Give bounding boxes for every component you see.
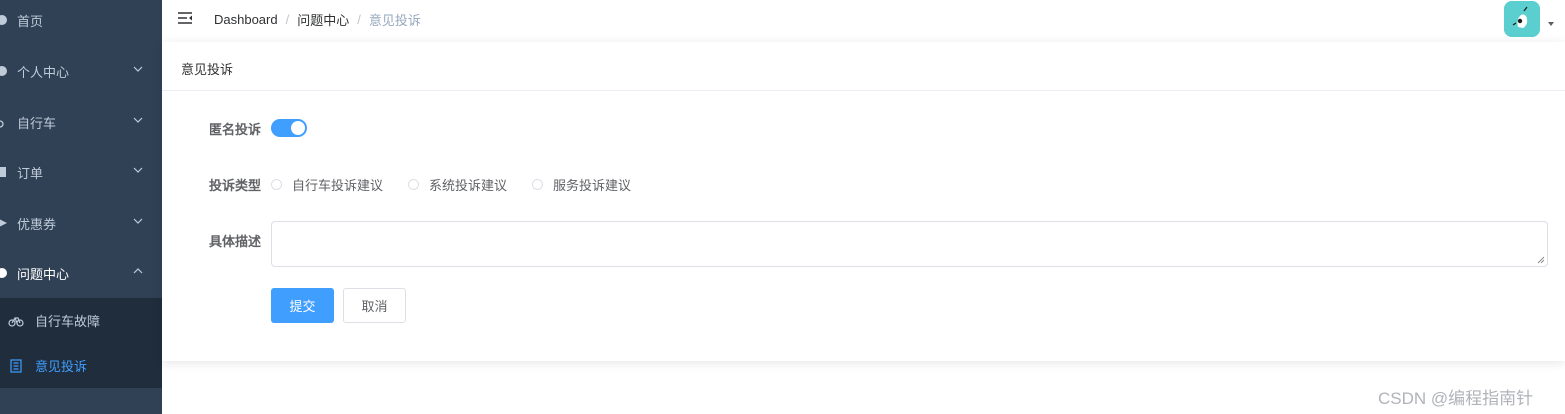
home-icon <box>0 13 9 27</box>
sidebar-item-label: 问题中心 <box>17 266 70 282</box>
radio-bicycle-complaint[interactable]: 自行车投诉建议 <box>271 175 383 194</box>
anonymous-switch[interactable] <box>271 119 307 137</box>
hamburger-icon[interactable] <box>176 9 194 27</box>
complaint-card: 意见投诉 匿名投诉 投诉类型 自行车投诉建议 系统投诉建议 服务投诉建议 具体描… <box>162 42 1565 361</box>
radio-label: 服务投诉建议 <box>553 178 632 193</box>
radio-system-complaint[interactable]: 系统投诉建议 <box>408 175 507 194</box>
radio-service-complaint[interactable]: 服务投诉建议 <box>532 175 631 194</box>
avatar-image <box>1504 1 1540 37</box>
bicycle-icon <box>0 115 9 129</box>
sidebar-item-home[interactable]: 首页 <box>0 0 162 45</box>
sidebar-subitem-complaint[interactable]: 意见投诉 <box>0 343 162 388</box>
breadcrumb-separator: / <box>357 12 361 27</box>
user-icon <box>0 64 9 78</box>
order-icon <box>0 165 9 179</box>
chevron-down-icon <box>133 117 143 123</box>
radio-label: 自行车投诉建议 <box>292 178 384 193</box>
chevron-down-icon <box>133 218 143 224</box>
resize-grip-icon[interactable] <box>1537 256 1545 264</box>
chevron-up-icon <box>133 268 143 274</box>
description-label: 具体描述 <box>209 234 262 249</box>
sidebar-item-label: 订单 <box>17 165 44 181</box>
type-label: 投诉类型 <box>209 178 262 193</box>
anonymous-label: 匿名投诉 <box>209 122 262 137</box>
radio-circle <box>532 179 543 190</box>
breadcrumb-separator: / <box>285 12 290 27</box>
submenu: 自行车故障 意见投诉 <box>0 298 162 388</box>
submit-button[interactable]: 提交 <box>271 288 334 323</box>
sidebar-item-label: 优惠券 <box>17 216 57 232</box>
sidebar-item-question-center[interactable]: 问题中心 <box>0 248 162 298</box>
radio-circle <box>271 179 282 190</box>
card-title: 意见投诉 <box>181 62 234 77</box>
navbar: Dashboard / 问题中心 / 意见投诉 <box>162 0 1565 43</box>
sidebar-subitem-bicycle-fault[interactable]: 自行车故障 <box>0 298 162 343</box>
sidebar-item-label: 自行车 <box>17 115 57 131</box>
breadcrumb-item-question-center[interactable]: 问题中心 <box>297 10 349 29</box>
question-icon <box>0 266 9 280</box>
sidebar-item-label: 首页 <box>17 13 44 29</box>
breadcrumb-item-current: 意见投诉 <box>368 13 421 28</box>
coupon-icon <box>0 216 9 230</box>
sidebar-item-bicycle[interactable]: 自行车 <box>0 97 162 147</box>
breadcrumb: Dashboard / 问题中心 / 意见投诉 <box>214 10 421 29</box>
sidebar-item-label: 个人中心 <box>17 64 70 80</box>
card-header: 意见投诉 <box>162 42 1565 91</box>
document-icon <box>10 358 22 373</box>
cancel-button[interactable]: 取消 <box>343 288 406 323</box>
caret-down-icon[interactable] <box>1548 22 1554 26</box>
sidebar-item-orders[interactable]: 订单 <box>0 147 162 197</box>
breadcrumb-item-dashboard[interactable]: Dashboard <box>214 12 278 27</box>
sidebar-subitem-label: 意见投诉 <box>35 359 88 374</box>
sidebar-item-personal-center[interactable]: 个人中心 <box>0 46 162 96</box>
avatar[interactable] <box>1504 1 1540 37</box>
chevron-down-icon <box>133 167 143 173</box>
chevron-down-icon <box>133 66 143 72</box>
sidebar: 首页 个人中心 自行车 订单 优惠券 问题中心 自行车故障 意见投诉 <box>0 0 162 414</box>
description-textarea[interactable] <box>271 221 1548 267</box>
radio-circle <box>408 179 419 190</box>
radio-label: 系统投诉建议 <box>429 178 508 193</box>
switch-knob <box>291 121 305 135</box>
sidebar-item-coupons[interactable]: 优惠券 <box>0 198 162 248</box>
watermark: CSDN @编程指南针 <box>1378 389 1534 408</box>
bicycle-icon <box>8 316 24 327</box>
sidebar-subitem-label: 自行车故障 <box>35 314 101 329</box>
